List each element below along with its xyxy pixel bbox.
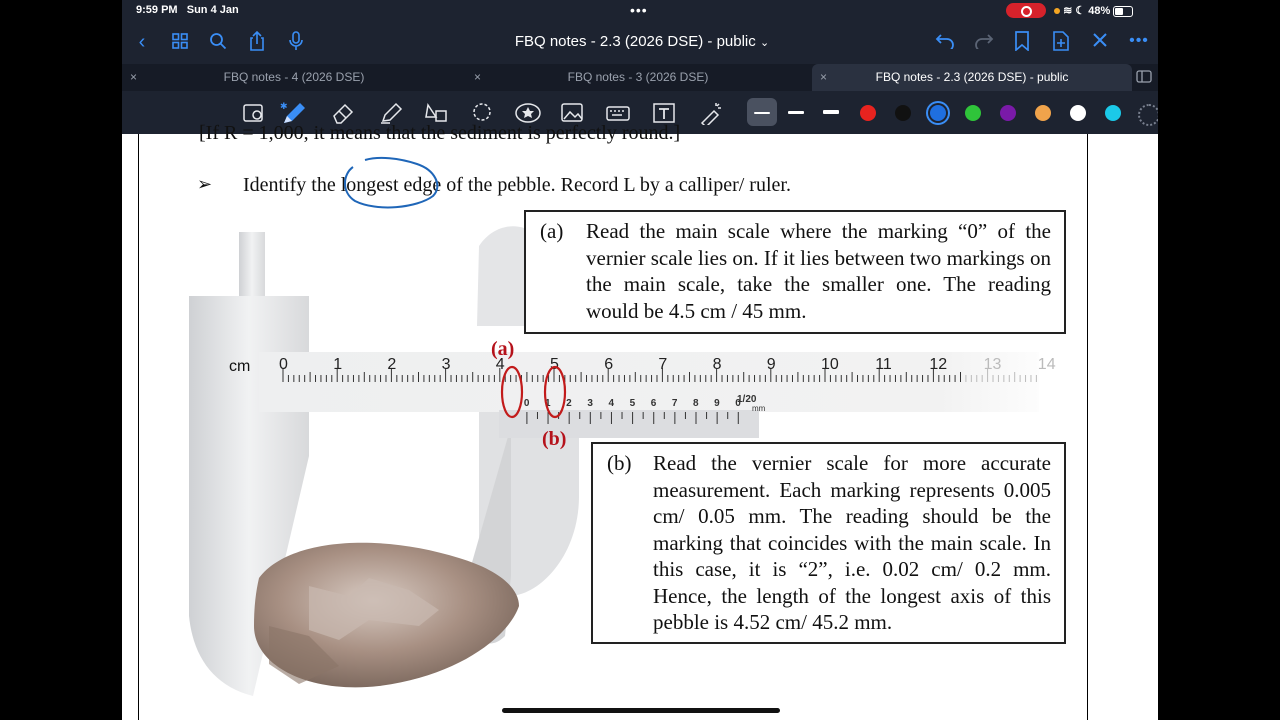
color-swatch[interactable] <box>1035 105 1051 121</box>
main-scale-number: 0 <box>279 356 288 373</box>
main-scale-number: 11 <box>875 356 892 373</box>
close-pen-tools-icon[interactable] <box>1088 31 1112 53</box>
battery-percent: 48% <box>1088 5 1111 17</box>
stroke-medium-icon[interactable] <box>788 111 804 114</box>
status-time: 9:59 PM <box>136 4 178 16</box>
moon-icon: ☾ <box>1075 5 1086 17</box>
multitask-dots-icon[interactable]: ••• <box>630 2 648 18</box>
main-scale-number: 13 <box>983 356 1002 373</box>
title-dropdown-chevron-icon: ⌄ <box>759 37 770 49</box>
note-page: [If R = 1,000, it means that the sedimen… <box>138 122 1088 720</box>
search-icon[interactable] <box>206 32 230 55</box>
tab-close-icon[interactable]: × <box>130 64 137 91</box>
explanation-box-b: (b) Read the vernier scale for more accu… <box>591 442 1066 644</box>
tab-close-icon[interactable]: × <box>474 64 481 91</box>
color-swatch[interactable] <box>965 105 981 121</box>
main-scale-number: 1 <box>333 356 343 373</box>
laser-pointer-icon[interactable] <box>698 101 724 129</box>
main-scale-number: 10 <box>821 356 839 373</box>
main-scale-number: 2 <box>387 356 397 373</box>
box-a-text: Read the main scale where the marking “0… <box>586 219 1051 323</box>
main-scale-number: 3 <box>441 356 451 373</box>
undo-icon[interactable] <box>933 32 957 54</box>
tab-close-icon[interactable]: × <box>820 64 827 91</box>
color-swatch[interactable] <box>860 105 876 121</box>
vernier-scale-number: 6 <box>650 398 657 409</box>
ipad-screen: 9:59 PM Sun 4 Jan ••• ≋ ☾ 48% ‹ FBQ note… <box>122 0 1158 720</box>
main-scale-number: 12 <box>929 356 948 373</box>
back-chevron-icon[interactable]: ‹ <box>130 31 154 53</box>
document-tabs: × FBQ notes - 4 (2026 DSE) × FBQ notes -… <box>122 64 1158 91</box>
stroke-thick-icon[interactable] <box>823 110 839 114</box>
tab-fbq-notes-4[interactable]: × FBQ notes - 4 (2026 DSE) <box>122 64 466 91</box>
main-scale-number: 8 <box>712 356 722 373</box>
cut-off-line: [If R = 1,000, it means that the sedimen… <box>199 122 681 144</box>
vernier-scale-number: 9 <box>714 398 720 409</box>
color-swatch[interactable] <box>1105 105 1121 121</box>
color-swatch-selected[interactable] <box>930 105 946 121</box>
grid-view-icon[interactable] <box>168 32 192 54</box>
vernier-scale-number: 8 <box>693 398 699 409</box>
main-scale-number: 9 <box>766 356 776 373</box>
vernier-unit-label: mm <box>752 404 766 413</box>
battery-icon <box>1113 5 1134 17</box>
screen-recording-icon[interactable] <box>1006 3 1046 18</box>
share-icon[interactable] <box>245 30 269 56</box>
status-date: Sun 4 Jan <box>186 4 239 16</box>
tab-fbq-notes-3[interactable]: × FBQ notes - 3 (2026 DSE) <box>466 64 810 91</box>
navigation-bar: ‹ FBQ notes - 2.3 (2026 DSE) - public ⌄ <box>122 22 1158 64</box>
color-swatch[interactable] <box>1070 105 1086 121</box>
vernier-scale-number: 5 <box>629 398 636 409</box>
scale-unit-label: cm <box>229 358 251 375</box>
redo-icon[interactable] <box>972 32 996 54</box>
box-b-label: (b) <box>607 451 632 475</box>
box-b-text: Read the vernier scale for more accurate… <box>653 451 1051 634</box>
mic-indicator-icon <box>1054 8 1060 14</box>
stroke-thin-icon <box>754 112 770 114</box>
red-circle-markers <box>500 365 567 419</box>
main-scale-number: 14 <box>1037 356 1056 373</box>
marker-b-label: (b) <box>542 428 567 450</box>
sidebar-toggle-icon[interactable] <box>1136 70 1152 86</box>
add-page-icon[interactable] <box>1049 31 1073 56</box>
app-chrome: 9:59 PM Sun 4 Jan ••• ≋ ☾ 48% ‹ FBQ note… <box>122 0 1158 134</box>
bookmark-icon[interactable] <box>1010 31 1034 56</box>
instruction-text: Identify the longest edge of the pebble.… <box>243 174 791 196</box>
tab-fbq-notes-2-3[interactable]: × FBQ notes - 2.3 (2026 DSE) - public <box>812 64 1132 91</box>
vernier-scale-number: 4 <box>608 398 614 409</box>
explanation-box-a: (a) Read the main scale where the markin… <box>524 210 1066 334</box>
microphone-icon[interactable] <box>284 31 308 56</box>
wifi-icon: ≋ <box>1063 5 1073 17</box>
box-a-label: (a) <box>540 219 564 243</box>
status-bar: 9:59 PM Sun 4 Jan ••• ≋ ☾ 48% <box>122 0 1158 22</box>
svg-text:✱: ✱ <box>280 101 288 111</box>
marker-a-label: (a) <box>491 338 515 360</box>
vernier-scale-number: 3 <box>587 398 593 409</box>
main-scale-number: 7 <box>658 356 668 373</box>
bullet-arrow: ➢ <box>197 174 213 194</box>
custom-color-icon[interactable] <box>1138 104 1158 126</box>
color-swatch[interactable] <box>1000 105 1016 121</box>
document-title[interactable]: FBQ notes - 2.3 (2026 DSE) - public ⌄ <box>482 33 802 50</box>
main-scale-number: 6 <box>604 356 614 373</box>
more-options-icon[interactable]: ••• <box>1127 30 1151 52</box>
home-indicator[interactable] <box>502 708 780 713</box>
color-swatch[interactable] <box>895 105 911 121</box>
handwritten-circle-annotation <box>344 156 439 209</box>
vernier-scale-number: 7 <box>671 398 678 409</box>
